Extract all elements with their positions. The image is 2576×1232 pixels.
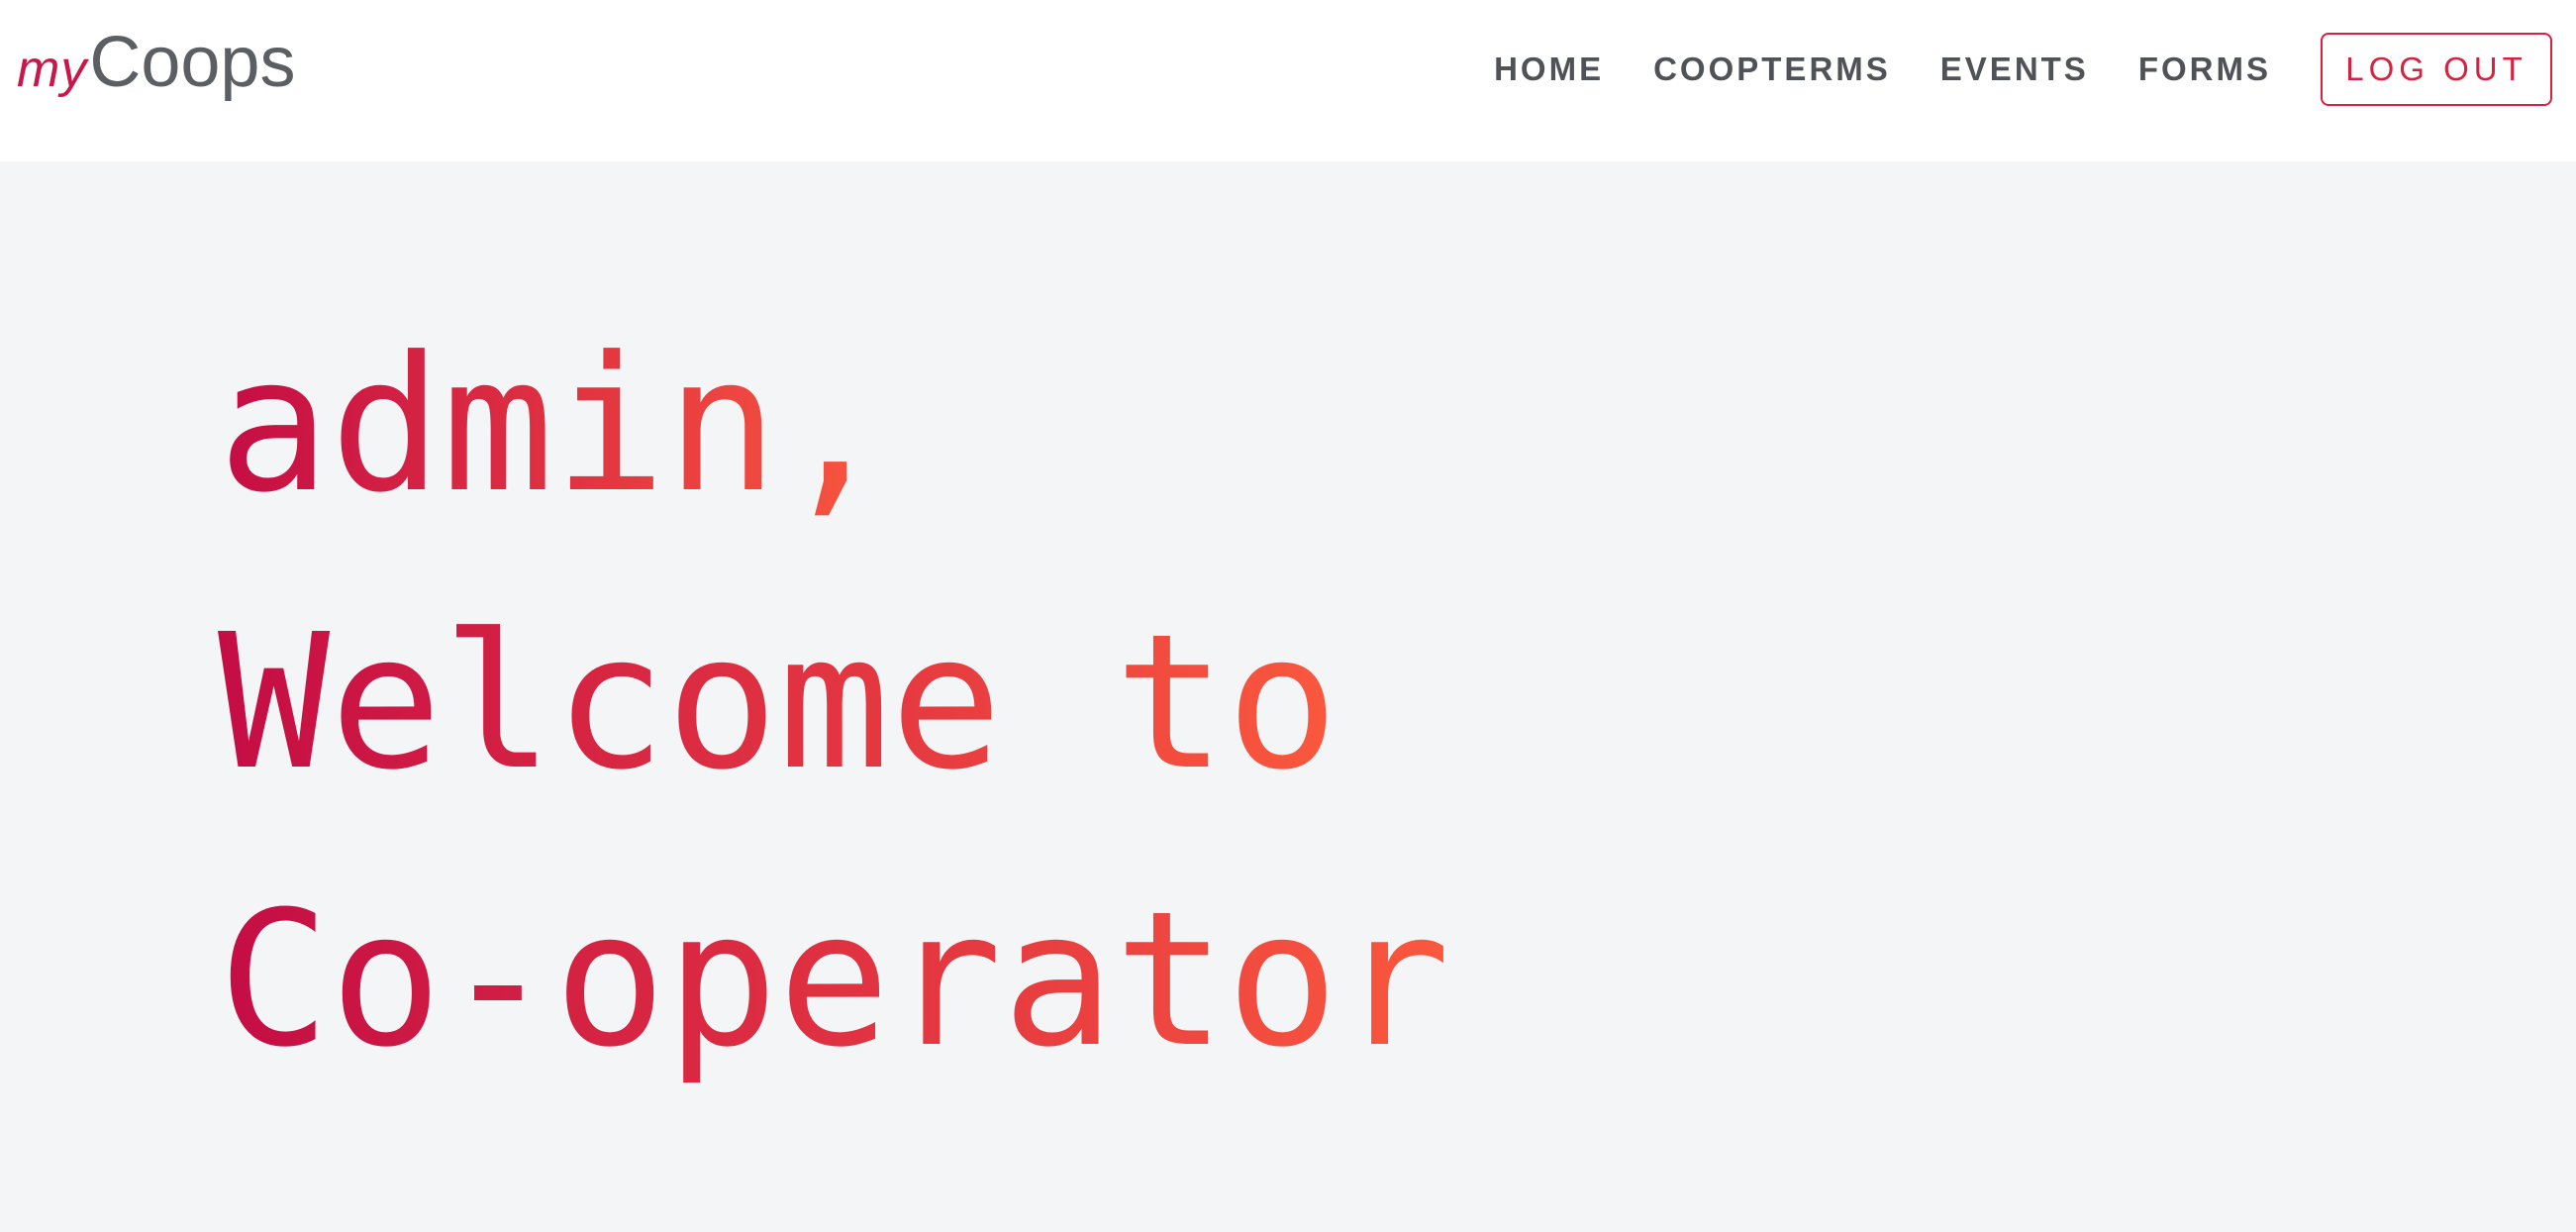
nav-home[interactable]: HOME [1494, 51, 1604, 88]
nav-forms[interactable]: FORMS [2138, 51, 2271, 88]
navbar: my Coops HOME COOPTERMS EVENTS FORMS LOG… [0, 0, 2576, 161]
nav-coopterms[interactable]: COOPTERMS [1653, 51, 1891, 88]
welcome-text: Welcome to [218, 565, 1366, 842]
mycoops-logo[interactable]: my Coops [17, 22, 295, 111]
logo-prefix: my [17, 41, 88, 98]
nav-menu: HOME COOPTERMS EVENTS FORMS LOG OUT [1494, 0, 2552, 139]
welcome-app-name: Co-operator [218, 842, 1480, 1119]
welcome-username: admin, [218, 287, 911, 565]
welcome-hero: admin, Welcome to Co-operator [218, 287, 1480, 1119]
logo-name: Coops [89, 23, 296, 102]
logout-button[interactable]: LOG OUT [2321, 33, 2552, 106]
nav-events[interactable]: EVENTS [1940, 51, 2089, 88]
